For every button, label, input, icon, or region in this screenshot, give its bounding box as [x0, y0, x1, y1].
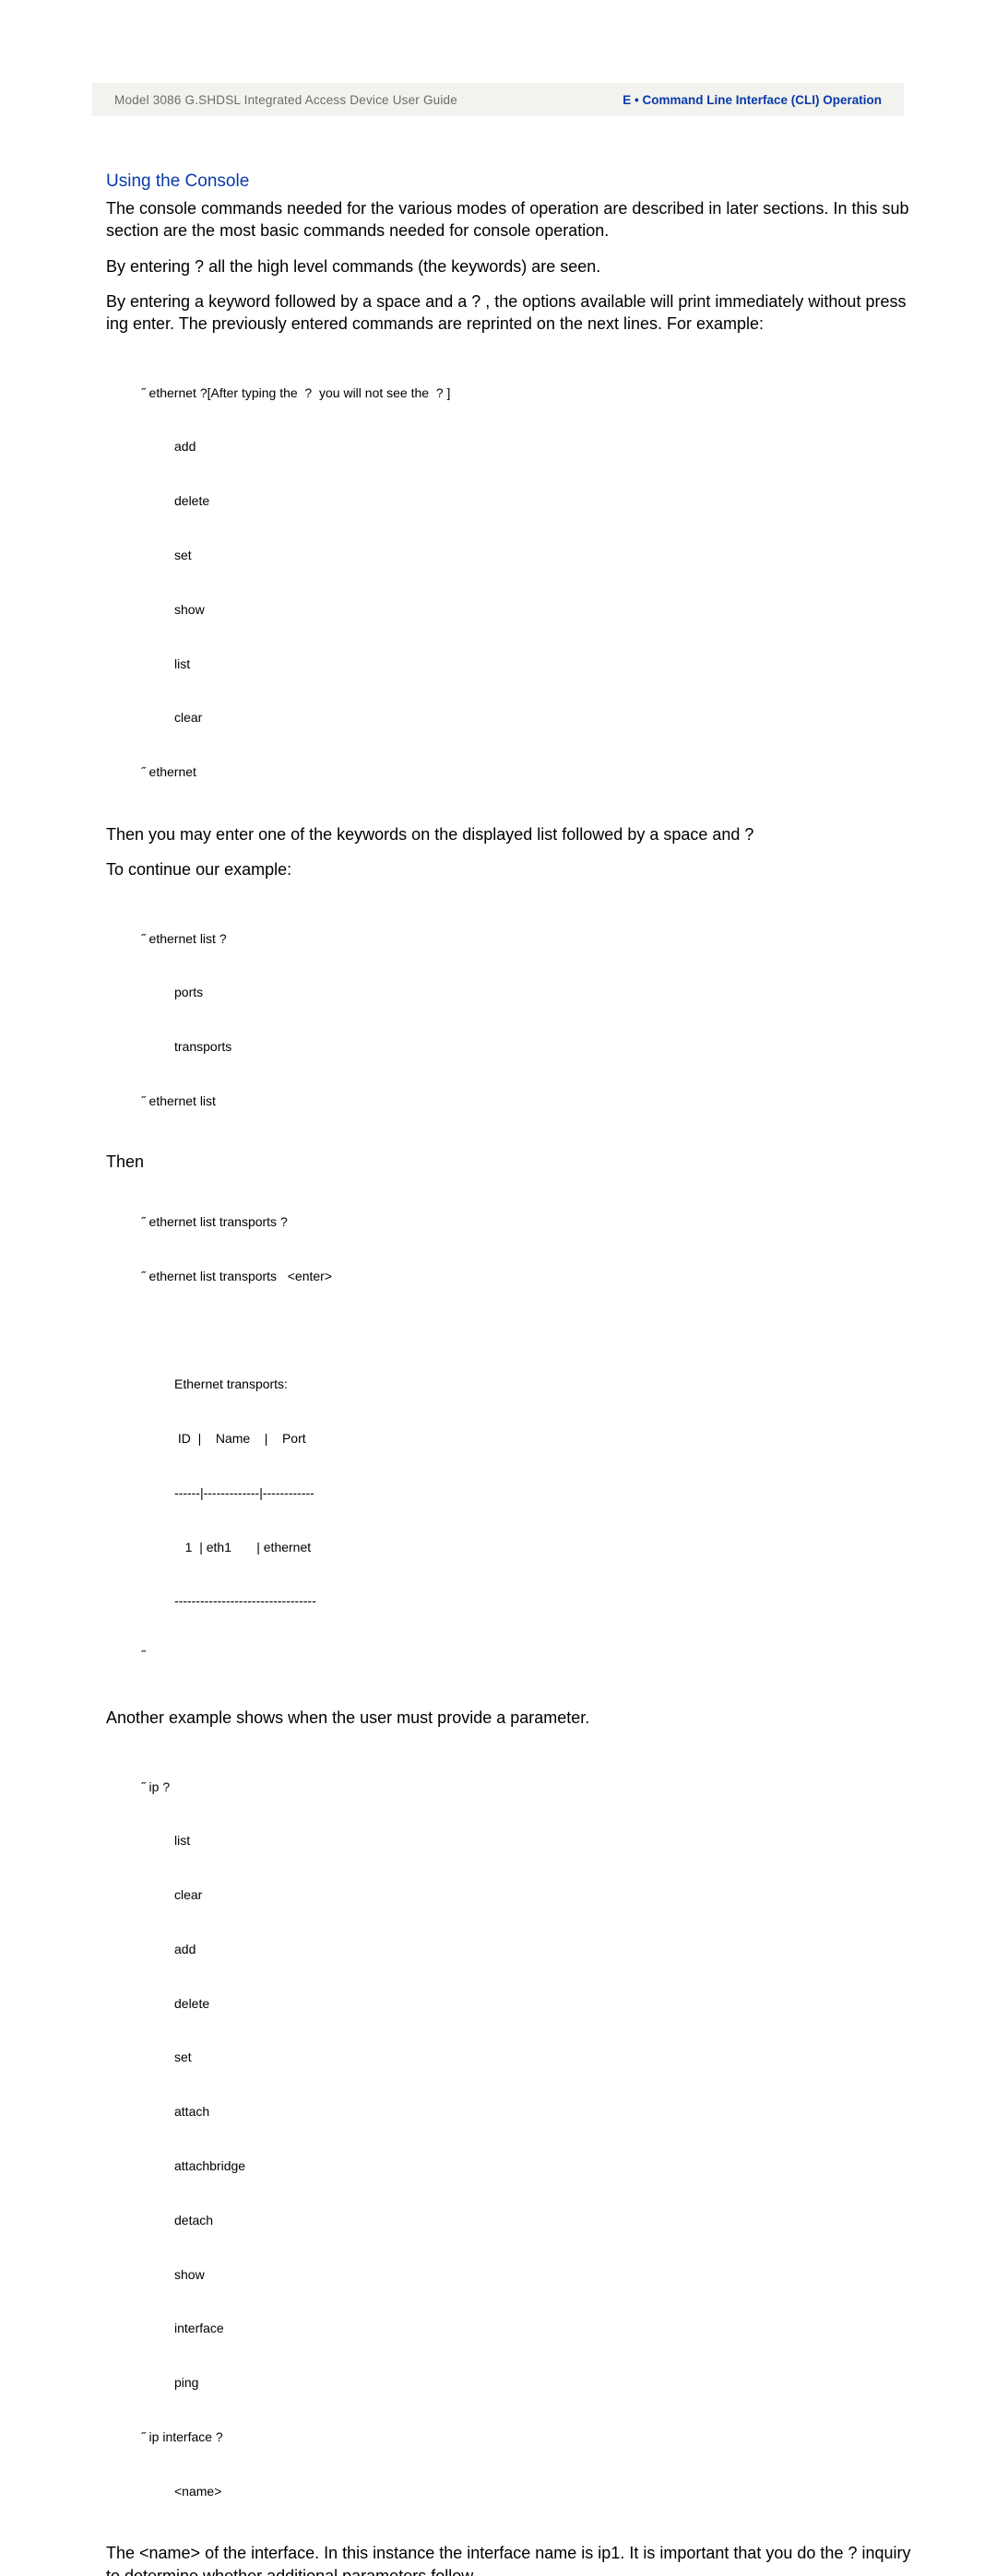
code-line: show: [106, 2266, 922, 2285]
code-line: ˝ ethernet list: [106, 1093, 922, 1111]
header-guide-title: Model 3086 G.SHDSL Integrated Access Dev…: [114, 93, 457, 107]
paragraph: The console commands needed for the vari…: [106, 197, 922, 242]
code-line: ˝ ip ?: [106, 1778, 922, 1797]
code-line: detach: [106, 2212, 922, 2230]
code-line: transports: [106, 1038, 922, 1057]
paragraph: To continue our example:: [106, 858, 922, 880]
code-line: Ethernet transports:: [106, 1376, 922, 1394]
code-block: ˝ ip ? list clear add delete set attach …: [106, 1742, 922, 2536]
code-line: delete: [106, 1995, 922, 2014]
page-header-band: Model 3086 G.SHDSL Integrated Access Dev…: [92, 83, 904, 116]
code-line: ˝ ethernet: [106, 763, 922, 782]
code-line: attachbridge: [106, 2157, 922, 2176]
code-block: ˝ ethernet ?[After typing the ? you will…: [106, 348, 922, 817]
code-line: ˝ ethernet list ?: [106, 930, 922, 949]
paragraph: By entering a keyword followed by a spac…: [106, 290, 922, 336]
page-content: Using the Console The console commands n…: [0, 116, 996, 2576]
paragraph: By entering ? all the high level command…: [106, 255, 922, 278]
code-line: show: [106, 601, 922, 620]
code-line: ˝ ethernet list transports <enter>: [106, 1268, 922, 1286]
code-line: ˝ ethernet list transports ?: [106, 1213, 922, 1232]
code-block: ˝ ethernet list ? ports transports ˝ eth…: [106, 894, 922, 1147]
paragraph: Then: [106, 1152, 922, 1172]
code-block: ˝ ethernet list transports ? ˝ ethernet …: [106, 1177, 922, 1701]
code-line: clear: [106, 709, 922, 727]
code-line: ˝: [106, 1647, 922, 1665]
paragraph: The <name> of the interface. In this ins…: [106, 2542, 922, 2576]
code-line: ---------------------------------: [106, 1592, 922, 1611]
code-line: set: [106, 2049, 922, 2067]
code-line: list: [106, 656, 922, 674]
code-line: [106, 1322, 922, 1341]
code-line: set: [106, 547, 922, 565]
code-line: ˝ ip interface ?: [106, 2428, 922, 2447]
code-line: clear: [106, 1886, 922, 1905]
section-heading: Using the Console: [106, 171, 922, 192]
code-line: ports: [106, 984, 922, 1002]
code-line: attach: [106, 2103, 922, 2121]
code-line: add: [106, 438, 922, 456]
code-line: 1 | eth1 | ethernet: [106, 1539, 922, 1557]
document-page: Model 3086 G.SHDSL Integrated Access Dev…: [0, 0, 996, 2576]
code-line: ˝ ethernet ?[After typing the ? you will…: [106, 384, 922, 403]
code-line: interface: [106, 2320, 922, 2338]
paragraph: Another example shows when the user must…: [106, 1707, 922, 1729]
code-line: ping: [106, 2374, 922, 2393]
header-section-title: E • Command Line Interface (CLI) Operati…: [622, 93, 882, 107]
paragraph: Then you may enter one of the keywords o…: [106, 823, 922, 845]
code-line: list: [106, 1832, 922, 1850]
code-line: <name>: [106, 2483, 922, 2501]
code-line: ------|-------------|------------: [106, 1484, 922, 1503]
code-line: add: [106, 1941, 922, 1959]
code-line: delete: [106, 492, 922, 511]
code-line: ID | Name | Port: [106, 1430, 922, 1448]
